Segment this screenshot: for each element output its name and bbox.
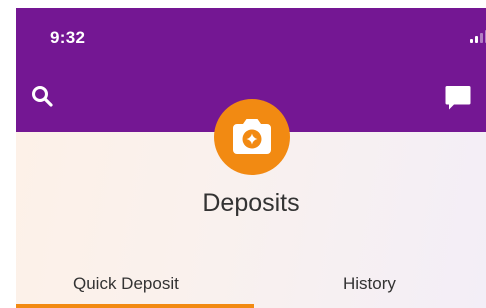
search-icon [32,86,53,107]
app-screen: 9:32 Deposits Quick Deposit History [16,8,486,308]
camera-deposit-button[interactable] [214,99,290,175]
status-time: 9:32 [50,28,86,47]
signal-icon [470,29,486,43]
message-icon [445,86,471,110]
tab-quick-deposit[interactable]: Quick Deposit [73,274,179,294]
page-title: Deposits [202,189,300,217]
active-tab-indicator [16,304,254,308]
camera-icon [233,119,271,154]
tab-history[interactable]: History [343,274,396,294]
search-button[interactable] [30,84,56,110]
message-button[interactable] [444,84,472,112]
